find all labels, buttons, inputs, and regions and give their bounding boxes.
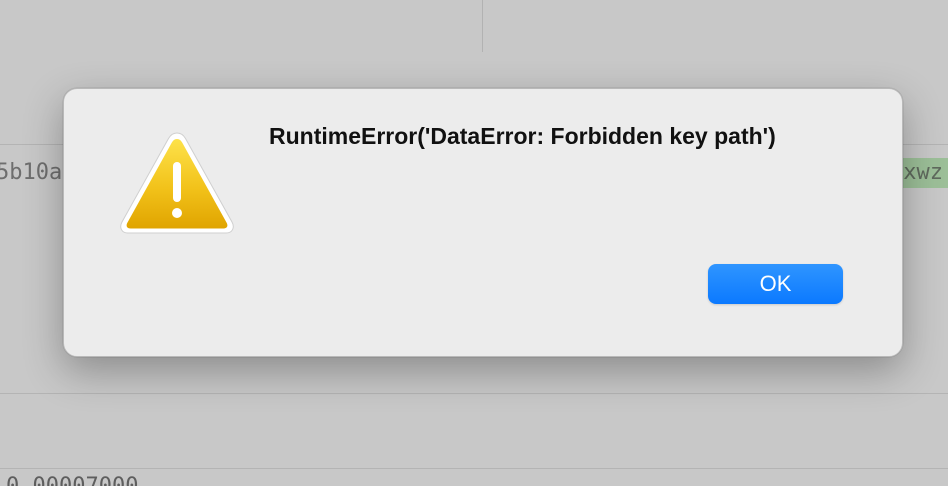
alert-message: RuntimeError('DataError: Forbidden key p… (269, 123, 776, 149)
background-divider (482, 0, 483, 52)
alert-dialog: RuntimeError('DataError: Forbidden key p… (63, 88, 903, 357)
background-code-left: 5b10a (0, 160, 63, 185)
background-row-separator (0, 393, 948, 394)
background-code-bottom: 0.00007000 (6, 472, 138, 486)
ok-button[interactable]: OK (708, 264, 843, 304)
warning-triangle-icon (116, 129, 238, 239)
background-row-separator (0, 468, 948, 469)
